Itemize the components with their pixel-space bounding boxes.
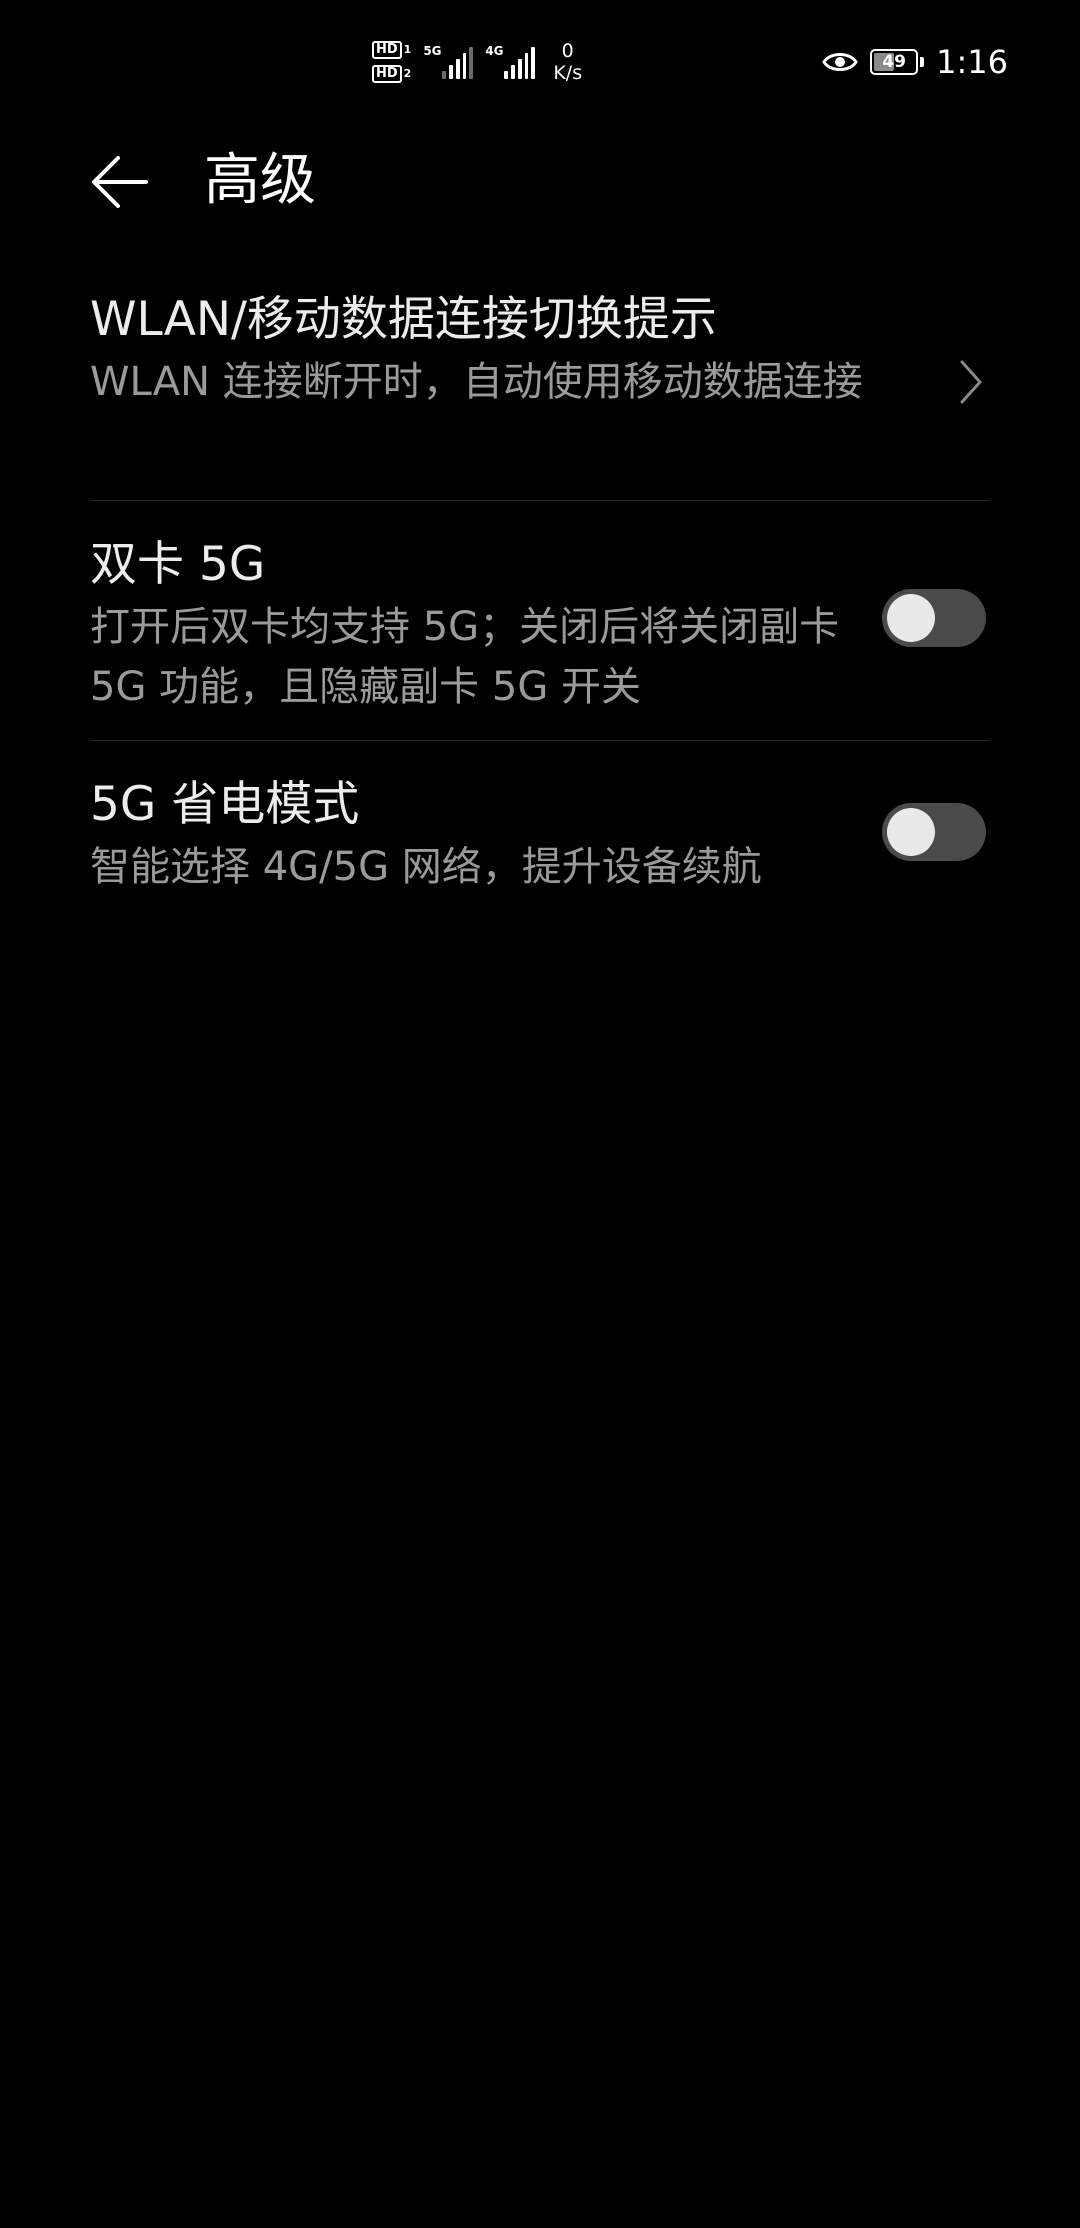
setting-title: WLAN/移动数据连接切换提示 bbox=[90, 292, 717, 347]
hd-label: HD bbox=[372, 65, 402, 83]
battery-cap bbox=[920, 57, 925, 67]
status-time: 1:16 bbox=[936, 43, 1008, 81]
page-title: 高级 bbox=[204, 148, 316, 213]
chevron-right-icon bbox=[960, 360, 982, 404]
setting-subtitle: 智能选择 4G/5G 网络，提升设备续航 bbox=[90, 844, 762, 890]
battery-level: 49 bbox=[882, 52, 906, 72]
toggle-knob bbox=[887, 808, 935, 856]
network-speed: 0 K/s bbox=[553, 40, 582, 84]
hd-indicators: HD 1 HD 2 bbox=[372, 41, 411, 83]
status-bar-network: HD 1 HD 2 5G 4G 0 K/s bbox=[372, 34, 582, 90]
signal-icon: 4G bbox=[485, 44, 536, 79]
setting-wlan-switch-prompt[interactable]: WLAN/移动数据连接切换提示 WLAN 连接断开时，自动使用移动数据连接 bbox=[90, 276, 990, 500]
hd-label: HD bbox=[372, 41, 402, 59]
sim1-number: 1 bbox=[403, 43, 412, 56]
setting-title: 5G 省电模式 bbox=[90, 777, 360, 832]
sim1-network-type: 5G bbox=[423, 44, 442, 58]
5g-power-saving-toggle[interactable] bbox=[882, 803, 986, 861]
hd-icon: HD 2 bbox=[372, 65, 411, 83]
setting-5g-power-saving: 5G 省电模式 智能选择 4G/5G 网络，提升设备续航 bbox=[90, 740, 990, 920]
battery-icon: 49 bbox=[870, 49, 919, 75]
network-speed-unit: K/s bbox=[553, 62, 583, 84]
eye-icon bbox=[822, 53, 858, 71]
status-bar: HD 1 HD 2 5G 4G 0 K/s 49 1:16 bbox=[0, 0, 1080, 120]
setting-title: 双卡 5G bbox=[90, 537, 266, 592]
status-bar-right: 49 1:16 bbox=[822, 40, 1008, 84]
sim2-number: 2 bbox=[403, 67, 412, 80]
dual-sim-5g-toggle[interactable] bbox=[882, 589, 986, 647]
network-speed-value: 0 bbox=[561, 40, 574, 62]
setting-subtitle: 打开后双卡均支持 5G；关闭后将关闭副卡 5G 功能，且隐藏副卡 5G 开关 bbox=[90, 604, 840, 710]
sim2-network-type: 4G bbox=[485, 44, 504, 58]
toggle-knob bbox=[887, 594, 935, 642]
app-header: 高级 bbox=[0, 140, 1080, 220]
hd-icon: HD 1 bbox=[372, 41, 411, 59]
settings-list: WLAN/移动数据连接切换提示 WLAN 连接断开时，自动使用移动数据连接 双卡… bbox=[90, 276, 990, 920]
arrow-left-icon bbox=[92, 156, 148, 208]
signal-icon: 5G bbox=[423, 44, 474, 79]
setting-dual-sim-5g: 双卡 5G 打开后双卡均支持 5G；关闭后将关闭副卡 5G 功能，且隐藏副卡 5… bbox=[90, 500, 990, 740]
back-button[interactable] bbox=[88, 150, 152, 214]
setting-subtitle: WLAN 连接断开时，自动使用移动数据连接 bbox=[90, 359, 863, 405]
